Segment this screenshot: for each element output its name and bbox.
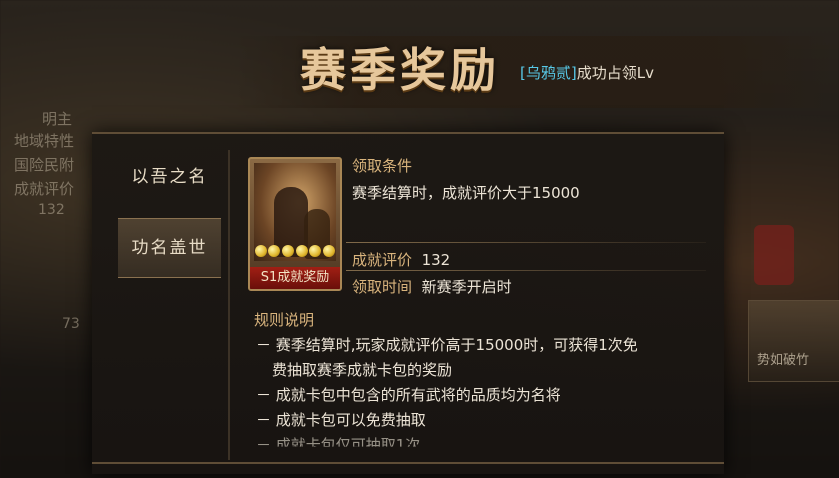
rule-line: 费抽取赛季成就卡包的奖励	[272, 361, 453, 379]
bg-card: 势如破竹	[748, 300, 839, 382]
gem-icon	[323, 245, 336, 257]
condition-text: 赛季结算时，成就评价大于15000	[352, 184, 580, 202]
bg-text-mingzhu: 明主	[42, 110, 73, 128]
card-gem-row	[254, 245, 336, 259]
ticker-alliance-tag[interactable]: [乌鸦贰]	[520, 64, 577, 82]
time-label: 领取时间	[352, 278, 413, 296]
bg-text-guoxian: 国险民附	[14, 156, 75, 174]
score-value: 132	[421, 251, 451, 269]
gem-icon	[254, 245, 267, 257]
bg-card-label: 势如破竹	[757, 353, 810, 368]
gem-icon	[309, 245, 322, 257]
tab-gongminggaishi[interactable]: 功名盖世	[118, 218, 221, 278]
gem-icon	[295, 245, 308, 257]
time-row: 领取时间 新赛季开启时	[352, 276, 512, 297]
rule-line: － 成就卡包可以免费抽取	[256, 411, 426, 429]
bg-text-region: 地域特性	[14, 132, 75, 150]
gem-icon	[268, 245, 281, 257]
score-label: 成就评价	[352, 251, 413, 269]
tab-yiwuzhiming[interactable]: 以吾之名	[118, 148, 221, 206]
reward-card[interactable]: S1成就奖励	[248, 157, 342, 291]
sidebar-divider	[228, 150, 230, 460]
gem-icon	[282, 245, 295, 257]
page-title: 赛季奖励	[300, 43, 500, 97]
bg-red-banner	[754, 225, 794, 285]
ticker-text: 成功占领Lv	[576, 64, 654, 82]
rule-line: － 赛季结算时,玩家成就评价高于15000时，可获得1次免	[256, 336, 638, 354]
bg-text-value-73: 73	[62, 316, 80, 332]
announcement-ticker: [乌鸦贰]成功占领Lv	[520, 62, 654, 83]
rule-line: － 成就卡包中包含的所有武将的品质均为名将	[256, 386, 561, 404]
panel-bottom-border	[92, 462, 724, 464]
time-value: 新赛季开启时	[421, 278, 512, 296]
bg-text-score-value: 132	[38, 202, 65, 218]
divider	[346, 242, 706, 243]
rules-title: 规则说明	[254, 311, 315, 329]
background-left-panel: 明主 地域特性 国险民附 成就评价 132 73	[0, 80, 100, 440]
score-row: 成就评价 132	[352, 249, 450, 270]
condition-title: 领取条件	[352, 157, 413, 175]
divider	[346, 270, 706, 271]
bg-text-score-label: 成就评价	[14, 180, 75, 198]
card-label: S1成就奖励	[250, 267, 340, 289]
